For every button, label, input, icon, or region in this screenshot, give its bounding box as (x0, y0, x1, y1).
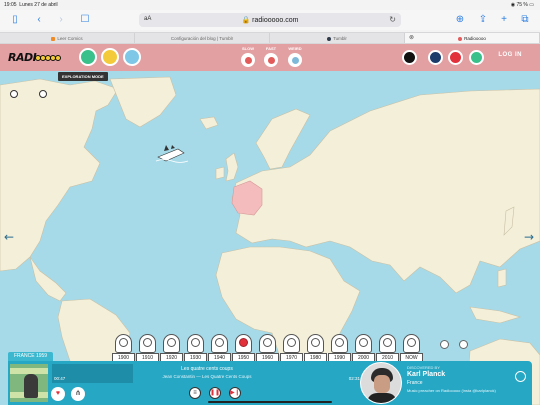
song-credit: Jean Constantin — Les Quatre Cents Coups (162, 374, 252, 379)
ireland (215, 166, 225, 180)
next-track-button[interactable]: ▶❙ (229, 387, 241, 399)
indonesia (469, 306, 522, 324)
mode-slow[interactable]: SLOW (238, 46, 258, 67)
battery-indicator: ◉ 75 % ▭ (510, 2, 534, 8)
map-left-arrow-icon: ← (4, 230, 14, 244)
iceland (199, 116, 219, 130)
mode-fast-button[interactable] (264, 53, 278, 67)
status-time: 19:05 Lunes 27 de abril (4, 2, 58, 8)
taxi-icon[interactable] (101, 48, 119, 66)
new-tab-icon[interactable]: + (498, 14, 510, 26)
curator-avatar[interactable] (360, 362, 402, 404)
home-indicator (208, 401, 332, 403)
curator-country: France (407, 380, 423, 386)
tabs-overview-icon[interactable]: ⧉ (519, 14, 531, 26)
discovered-by-label: DISCOVERED BY (407, 365, 440, 370)
share-button[interactable]: ⋔ (71, 387, 85, 401)
radiooooo-header: RADI SLOW FAST WEIRD LOG IN (0, 44, 540, 71)
reload-icon[interactable]: ↻ (389, 15, 396, 24)
bookmarks-icon[interactable]: ☐ (79, 14, 91, 26)
sidebar-icon[interactable]: ▯ (9, 14, 21, 26)
status-bar: 19:05 Lunes 27 de abril ◉ 75 % ▭ (0, 0, 540, 10)
downloads-icon[interactable]: ⊕ (454, 14, 466, 26)
shipwreck-illustration (155, 145, 189, 163)
album-cover (10, 364, 48, 402)
mode-slow-label: SLOW (242, 46, 254, 51)
curator-info: DISCOVERED BY Karl Planck France Music p… (407, 365, 496, 393)
curator-name[interactable]: Karl Planck (407, 371, 496, 378)
tumblr-icon (327, 36, 332, 41)
zoom-out-icon[interactable] (440, 340, 449, 349)
tab-tumblr-config[interactable]: Configuración del blog | Tumblr (135, 33, 270, 43)
track-duration: 02:31 (348, 376, 360, 381)
central-america (29, 256, 67, 302)
mode-fast[interactable]: FAST (261, 46, 281, 67)
browser-toolbar: ▯ ‹ › ☐ aA 🔒 radiooooo.com ↻ ⊕ ⇪ + ⧉ (0, 10, 540, 30)
login-button[interactable]: LOG IN (498, 52, 522, 58)
greenland (109, 76, 177, 128)
time-machine-icon[interactable] (79, 48, 97, 66)
mode-weird[interactable]: WEIRD (285, 46, 305, 67)
radiooooo-favicon (458, 36, 463, 41)
mode-slow-button[interactable] (241, 53, 255, 67)
elapsed-time: 00:47 (54, 376, 66, 381)
graduation-cap-icon[interactable] (428, 50, 443, 65)
heart-icon[interactable] (448, 50, 463, 65)
tab-tumblr[interactable]: Tumblr (270, 33, 405, 43)
share-icon[interactable]: ⇪ (477, 14, 489, 26)
france-selected (231, 180, 263, 216)
exploration-mode-badge: EXPLORATION MODE (58, 72, 108, 81)
map-right-arrow-icon: → (524, 230, 534, 244)
close-tab-icon[interactable]: ⊗ (409, 33, 414, 43)
player-bubble-icon[interactable] (39, 90, 47, 98)
forward-icon[interactable]: › (55, 14, 67, 26)
back-icon[interactable]: ‹ (33, 14, 45, 26)
islands-icon[interactable] (123, 48, 141, 66)
tab-leer-comics[interactable]: Leer Comics (0, 33, 135, 43)
mode-fast-label: FAST (265, 46, 277, 51)
north-america (0, 78, 119, 272)
mode-weird-label: WEIRD (288, 46, 302, 51)
chat-icon[interactable] (469, 50, 484, 65)
music-player: FRANCE 1959 Les quatre cents coups Jean … (8, 352, 532, 405)
track-progress[interactable]: Les quatre cents coups Jean Constantin —… (52, 364, 362, 383)
song-title: Les quatre cents coups (181, 366, 233, 372)
like-heart-button[interactable]: ♥ (51, 387, 65, 401)
tab-bar: Leer Comics Configuración del blog | Tum… (0, 32, 540, 44)
menu-button[interactable]: ≡ (189, 387, 201, 399)
vinyl-icon[interactable] (402, 50, 417, 65)
pause-button[interactable]: ❚❚ (209, 387, 221, 399)
radiooooo-logo[interactable]: RADI (8, 51, 62, 64)
philippines (497, 268, 507, 288)
player-bar: Les quatre cents coups Jean Constantin —… (8, 361, 532, 405)
player-bubble-icon[interactable] (10, 90, 18, 98)
uk (225, 152, 239, 182)
mode-weird-button[interactable] (288, 53, 302, 67)
tab-radiooooo[interactable]: ⊗ Radiooooo (405, 33, 540, 43)
user-profile-icon[interactable] (515, 371, 526, 382)
address-bar[interactable]: aA 🔒 radiooooo.com ↻ (139, 13, 401, 27)
url-text: 🔒 radiooooo.com (241, 17, 299, 24)
zoom-in-icon[interactable] (459, 340, 468, 349)
tab-favicon (51, 36, 56, 41)
country-decade-tag: FRANCE 1959 (8, 352, 54, 361)
curator-description: Music preacher on Radiooooo (insta @karl… (407, 388, 496, 393)
